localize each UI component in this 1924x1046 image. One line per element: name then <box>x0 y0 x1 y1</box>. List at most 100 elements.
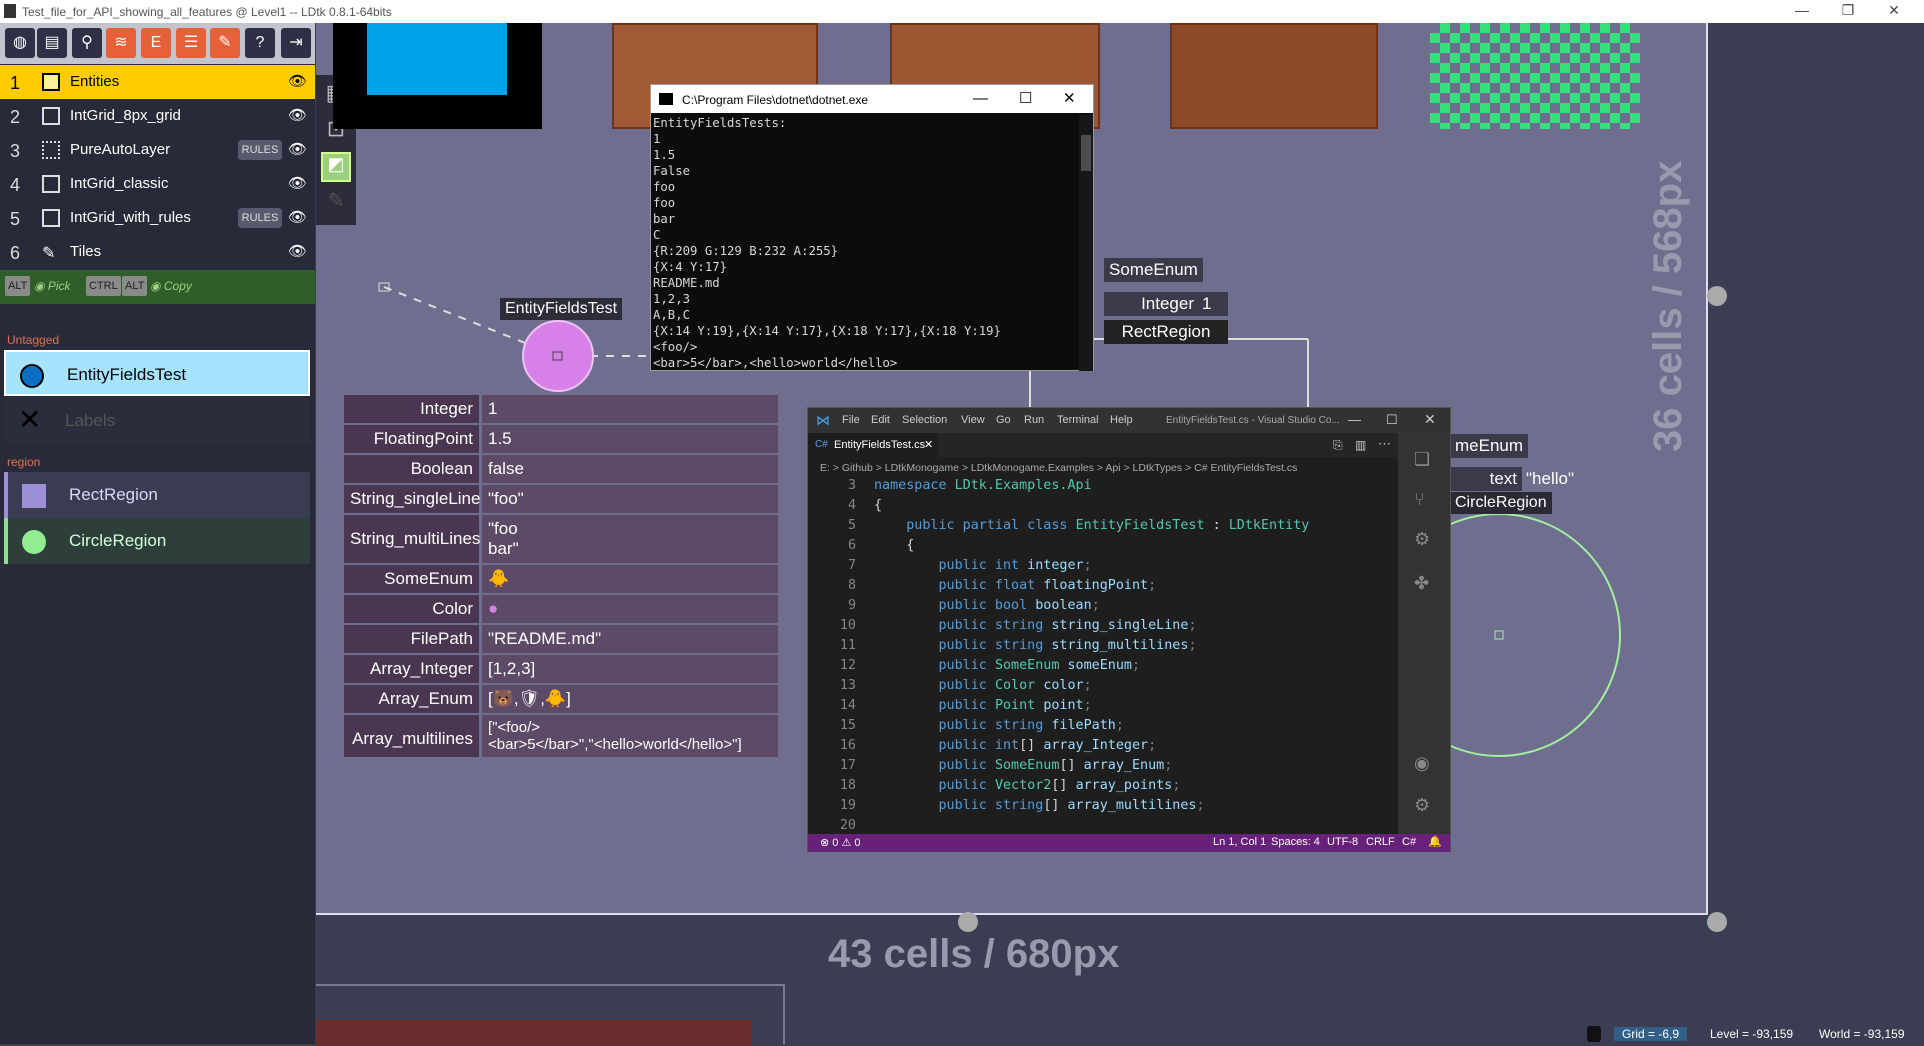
layer-row-intgrid-with-rules[interactable]: 5 IntGrid_with_rules RULES 👁 <box>0 201 315 235</box>
language-mode[interactable]: C# <box>1402 836 1416 848</box>
layer-row-tiles[interactable]: 6 ✎ Tiles 👁 <box>0 235 315 269</box>
problems-count[interactable]: ⊗ 0 ⚠ 0 <box>820 836 860 849</box>
field-value: [1,2,3] <box>482 655 778 683</box>
line-number: 14 <box>839 698 856 713</box>
entity-name: Labels <box>65 411 116 430</box>
console-maximize-button[interactable]: ☐ <box>1019 89 1032 107</box>
vscode-minimize-button[interactable]: — <box>1348 412 1361 427</box>
code-line[interactable]: 14 public Point point; <box>808 698 1388 718</box>
menu-view[interactable]: View <box>961 414 985 426</box>
entity-labels[interactable]: ✕ Labels <box>4 398 310 444</box>
code-line[interactable]: 15 public string filePath; <box>808 718 1388 738</box>
extensions-icon[interactable]: ✤ <box>1414 573 1429 594</box>
adjacent-level[interactable] <box>316 984 785 1046</box>
visibility-eye-icon[interactable]: 👁 <box>288 242 307 260</box>
minimize-button[interactable]: — <box>1782 2 1822 18</box>
visibility-eye-icon[interactable]: 👁 <box>288 174 307 192</box>
code-line[interactable]: 3 namespace LDtk.Examples.Api <box>808 478 1388 498</box>
source-control-icon[interactable]: ⑂ <box>1414 489 1425 510</box>
exit-icon[interactable]: ⇥ <box>281 28 311 58</box>
code-line[interactable]: 4{ <box>808 498 1388 518</box>
csharp-file-icon: C# <box>815 439 828 450</box>
console-close-button[interactable]: ✕ <box>1063 89 1076 107</box>
explorer-icon[interactable]: ❏ <box>1414 449 1430 470</box>
breadcrumb[interactable]: E: > Github > LDtkMonogame > LDtkMonogam… <box>820 462 1297 474</box>
code-text: namespace LDtk.Examples.Api <box>874 478 1092 493</box>
code-line[interactable]: 7 public int integer; <box>808 558 1388 578</box>
vscode-window[interactable]: ⋈ File Edit Selection View Go Run Termin… <box>807 407 1451 852</box>
menu-terminal[interactable]: Terminal <box>1057 414 1099 426</box>
layer-row-pureautolayer[interactable]: 3 PureAutoLayer RULES 👁 <box>0 133 315 167</box>
menu-selection[interactable]: Selection <box>902 414 947 426</box>
code-line[interactable]: 6 { <box>808 538 1388 558</box>
code-line[interactable]: 5 public partial class EntityFieldsTest … <box>808 518 1388 538</box>
code-line[interactable]: 9 public bool boolean; <box>808 598 1388 618</box>
indentation[interactable]: Spaces: 4 <box>1271 836 1320 848</box>
tab-close-icon[interactable]: ✕ <box>924 438 933 451</box>
visibility-eye-icon[interactable]: 👁 <box>288 106 307 124</box>
circleregion-label: CircleRegion <box>1450 492 1552 514</box>
menu-go[interactable]: Go <box>996 414 1011 426</box>
cursor-position[interactable]: Ln 1, Col 1 <box>1213 836 1266 848</box>
console-scrollbar[interactable] <box>1079 115 1093 371</box>
notifications-bell-icon[interactable]: 🔔 <box>1428 835 1442 848</box>
visibility-eye-icon[interactable]: 👁 <box>288 140 307 158</box>
line-ending[interactable]: CRLF <box>1366 836 1395 848</box>
code-text: public string string_multilines; <box>938 638 1197 653</box>
resize-handle-right[interactable] <box>1707 286 1727 306</box>
entity-circleregion[interactable]: CircleRegion <box>4 518 310 564</box>
menu-help[interactable]: Help <box>1110 414 1133 426</box>
code-line[interactable]: 19 public string[] array_multilines; <box>808 798 1388 818</box>
enums-icon[interactable]: ☰ <box>176 28 206 58</box>
vscode-close-button[interactable]: ✕ <box>1424 411 1436 428</box>
rect-region-icon <box>22 484 46 508</box>
visibility-eye-icon[interactable]: 👁 <box>288 208 307 226</box>
tilesets-icon[interactable]: ✎ <box>210 28 240 58</box>
code-line[interactable]: 11 public string string_multilines; <box>808 638 1388 658</box>
entity-rectregion[interactable]: RectRegion <box>4 472 310 518</box>
layers-icon[interactable]: ≋ <box>106 28 136 58</box>
split-editor-icon[interactable]: ⎘ <box>1333 438 1343 453</box>
code-line[interactable]: 10 public string string_singleLine; <box>808 618 1388 638</box>
layer-row-intgrid-8px[interactable]: 2 IntGrid_8px_grid 👁 <box>0 99 315 133</box>
entity-entityfieldstest[interactable]: EntityFieldsTest <box>4 350 310 396</box>
vscode-maximize-button[interactable]: ☐ <box>1386 412 1398 428</box>
console-minimize-button[interactable]: — <box>973 90 988 107</box>
menu-edit[interactable]: Edit <box>871 414 890 426</box>
console-window[interactable]: C:\Program Files\dotnet\dotnet.exe — ☐ ✕… <box>650 84 1094 371</box>
code-line[interactable]: 18 public Vector2[] array_points; <box>808 778 1388 798</box>
layer-name: PureAutoLayer <box>70 141 171 158</box>
world-icon[interactable]: ◍ <box>5 28 35 58</box>
code-line[interactable]: 8 public float floatingPoint; <box>808 578 1388 598</box>
account-icon[interactable]: ◉ <box>1414 753 1430 774</box>
editor-tab[interactable]: C# EntityFieldsTest.cs ✕ <box>808 433 938 457</box>
visibility-eye-icon[interactable]: 👁 <box>288 72 307 90</box>
code-line[interactable]: 17 public SomeEnum[] array_Enum; <box>808 758 1388 778</box>
field-value: "README.md" <box>482 625 778 653</box>
resize-handle-bottom[interactable] <box>958 912 978 932</box>
code-line[interactable]: 13 public Color color; <box>808 678 1388 698</box>
encoding[interactable]: UTF-8 <box>1327 836 1358 848</box>
code-line[interactable]: 16 public int[] array_Integer; <box>808 738 1388 758</box>
console-scroll-thumb[interactable] <box>1081 135 1091 171</box>
code-line[interactable]: 12 public SomeEnum someEnum; <box>808 658 1388 678</box>
menu-file[interactable]: File <box>842 414 860 426</box>
field-value: "foo bar" <box>482 515 778 563</box>
entities-icon[interactable]: E <box>141 28 171 58</box>
rules-button[interactable]: RULES <box>238 208 282 228</box>
debug-icon[interactable]: ⚙ <box>1414 529 1430 550</box>
close-button[interactable]: ✕ <box>1874 2 1914 19</box>
maximize-button[interactable]: ❐ <box>1828 2 1868 19</box>
app-icon <box>4 4 16 18</box>
resize-handle-corner[interactable] <box>1707 912 1727 932</box>
layer-row-entities[interactable]: 1 Entities 👁 <box>0 65 315 99</box>
level-icon[interactable]: ⚲ <box>72 28 102 58</box>
layout-icon[interactable]: ▥ <box>1355 438 1366 452</box>
settings-gear-icon[interactable]: ⚙ <box>1414 795 1430 816</box>
layer-row-intgrid-classic[interactable]: 4 IntGrid_classic 👁 <box>0 167 315 201</box>
more-actions-icon[interactable]: ⋯ <box>1378 436 1391 452</box>
help-icon[interactable]: ? <box>245 28 275 58</box>
project-icon[interactable]: ▤ <box>37 28 67 58</box>
menu-run[interactable]: Run <box>1024 414 1044 426</box>
rules-button[interactable]: RULES <box>238 140 282 160</box>
